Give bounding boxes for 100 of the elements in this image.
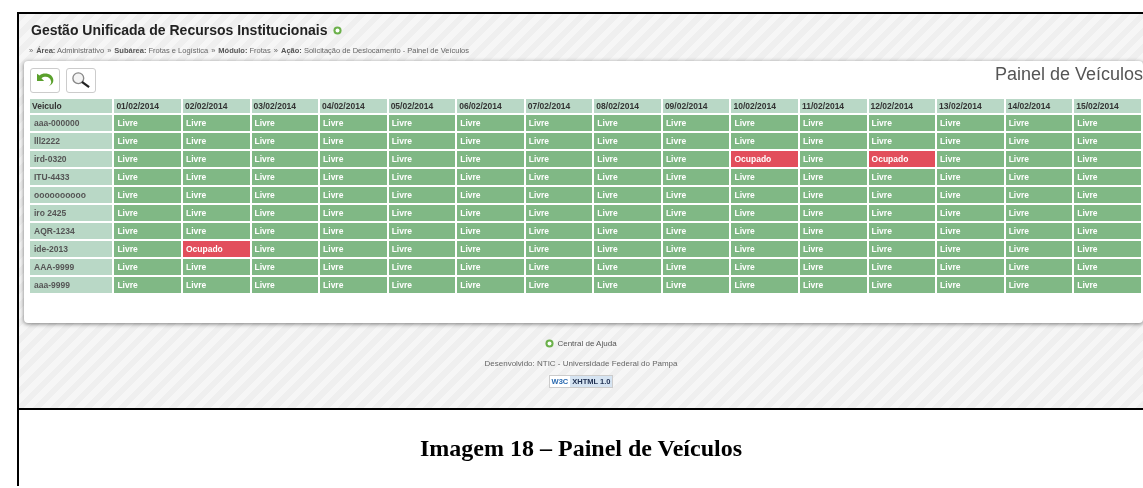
status-cell[interactable]: Livre (182, 151, 250, 167)
status-cell[interactable]: Livre (457, 259, 524, 275)
status-cell[interactable]: Livre (1005, 277, 1073, 293)
status-cell[interactable]: Livre (457, 277, 524, 293)
status-cell[interactable]: Livre (731, 241, 798, 257)
status-cell[interactable]: Livre (320, 133, 387, 149)
status-cell[interactable]: Livre (868, 115, 936, 131)
help-icon[interactable] (333, 25, 343, 35)
status-cell[interactable]: Livre (182, 205, 250, 221)
status-cell[interactable]: Livre (182, 259, 250, 275)
status-cell[interactable]: Livre (182, 187, 250, 203)
status-cell[interactable]: Livre (868, 187, 936, 203)
status-cell[interactable]: Livre (1005, 205, 1073, 221)
status-cell[interactable]: Livre (251, 259, 319, 275)
status-cell[interactable]: Livre (388, 151, 456, 167)
status-cell[interactable]: Livre (457, 169, 524, 185)
status-cell[interactable]: Livre (1005, 223, 1073, 239)
status-cell[interactable]: Livre (1074, 241, 1141, 257)
status-cell[interactable]: Livre (388, 277, 456, 293)
status-cell[interactable]: Livre (1074, 205, 1141, 221)
status-cell[interactable]: Livre (525, 151, 593, 167)
status-cell[interactable]: Livre (800, 223, 867, 239)
status-cell[interactable]: Livre (182, 169, 250, 185)
status-cell[interactable]: Livre (251, 241, 319, 257)
status-cell[interactable]: Livre (937, 151, 1004, 167)
status-cell[interactable]: Livre (320, 241, 387, 257)
status-cell[interactable]: Livre (937, 205, 1004, 221)
status-cell[interactable]: Livre (937, 133, 1004, 149)
status-cell[interactable]: Livre (320, 187, 387, 203)
status-cell[interactable]: Ocupado (731, 151, 798, 167)
status-cell[interactable]: Livre (1074, 151, 1141, 167)
status-cell[interactable]: Livre (800, 277, 867, 293)
status-cell[interactable]: Livre (114, 169, 181, 185)
status-cell[interactable]: Livre (114, 259, 181, 275)
status-cell[interactable]: Livre (1005, 187, 1073, 203)
status-cell[interactable]: Livre (868, 205, 936, 221)
status-cell[interactable]: Livre (388, 259, 456, 275)
status-cell[interactable]: Livre (800, 169, 867, 185)
status-cell[interactable]: Livre (594, 169, 661, 185)
status-cell[interactable]: Livre (388, 187, 456, 203)
status-cell[interactable]: Livre (800, 205, 867, 221)
status-cell[interactable]: Livre (388, 115, 456, 131)
status-cell[interactable]: Livre (662, 187, 730, 203)
status-cell[interactable]: Livre (388, 205, 456, 221)
status-cell[interactable]: Livre (1005, 151, 1073, 167)
status-cell[interactable]: Livre (251, 115, 319, 131)
status-cell[interactable]: Livre (800, 259, 867, 275)
status-cell[interactable]: Livre (937, 277, 1004, 293)
status-cell[interactable]: Ocupado (182, 241, 250, 257)
status-cell[interactable]: Livre (525, 241, 593, 257)
status-cell[interactable]: Livre (662, 151, 730, 167)
status-cell[interactable]: Livre (731, 205, 798, 221)
status-cell[interactable]: Livre (114, 187, 181, 203)
status-cell[interactable]: Livre (1005, 115, 1073, 131)
status-cell[interactable]: Livre (388, 223, 456, 239)
status-cell[interactable]: Livre (662, 277, 730, 293)
status-cell[interactable]: Livre (320, 205, 387, 221)
status-cell[interactable]: Livre (594, 205, 661, 221)
status-cell[interactable]: Livre (320, 223, 387, 239)
status-cell[interactable]: Livre (1005, 133, 1073, 149)
status-cell[interactable]: Livre (457, 223, 524, 239)
status-cell[interactable]: Livre (251, 133, 319, 149)
status-cell[interactable]: Livre (251, 223, 319, 239)
status-cell[interactable]: Livre (1005, 259, 1073, 275)
status-cell[interactable]: Livre (1074, 259, 1141, 275)
status-cell[interactable]: Livre (320, 169, 387, 185)
status-cell[interactable]: Livre (937, 169, 1004, 185)
status-cell[interactable]: Livre (388, 169, 456, 185)
status-cell[interactable]: Livre (731, 259, 798, 275)
status-cell[interactable]: Livre (937, 187, 1004, 203)
status-cell[interactable]: Livre (182, 133, 250, 149)
status-cell[interactable]: Livre (1005, 169, 1073, 185)
status-cell[interactable]: Livre (114, 133, 181, 149)
status-cell[interactable]: Livre (1074, 169, 1141, 185)
status-cell[interactable]: Livre (868, 241, 936, 257)
status-cell[interactable]: Livre (251, 187, 319, 203)
status-cell[interactable]: Livre (800, 151, 867, 167)
status-cell[interactable]: Livre (594, 133, 661, 149)
status-cell[interactable]: Livre (457, 187, 524, 203)
status-cell[interactable]: Livre (114, 223, 181, 239)
status-cell[interactable]: Livre (182, 115, 250, 131)
status-cell[interactable]: Livre (594, 241, 661, 257)
status-cell[interactable]: Livre (320, 259, 387, 275)
status-cell[interactable]: Livre (731, 277, 798, 293)
help-link[interactable]: Central de Ajuda (557, 339, 617, 348)
status-cell[interactable]: Livre (457, 151, 524, 167)
status-cell[interactable]: Livre (662, 223, 730, 239)
status-cell[interactable]: Livre (1074, 277, 1141, 293)
status-cell[interactable]: Livre (388, 133, 456, 149)
status-cell[interactable]: Livre (1074, 133, 1141, 149)
status-cell[interactable]: Livre (594, 259, 661, 275)
status-cell[interactable]: Livre (457, 205, 524, 221)
status-cell[interactable]: Livre (114, 115, 181, 131)
status-cell[interactable]: Livre (731, 187, 798, 203)
status-cell[interactable]: Livre (662, 115, 730, 131)
status-cell[interactable]: Livre (525, 133, 593, 149)
status-cell[interactable]: Livre (251, 151, 319, 167)
status-cell[interactable]: Livre (594, 187, 661, 203)
back-button[interactable] (30, 67, 60, 93)
status-cell[interactable]: Livre (525, 205, 593, 221)
